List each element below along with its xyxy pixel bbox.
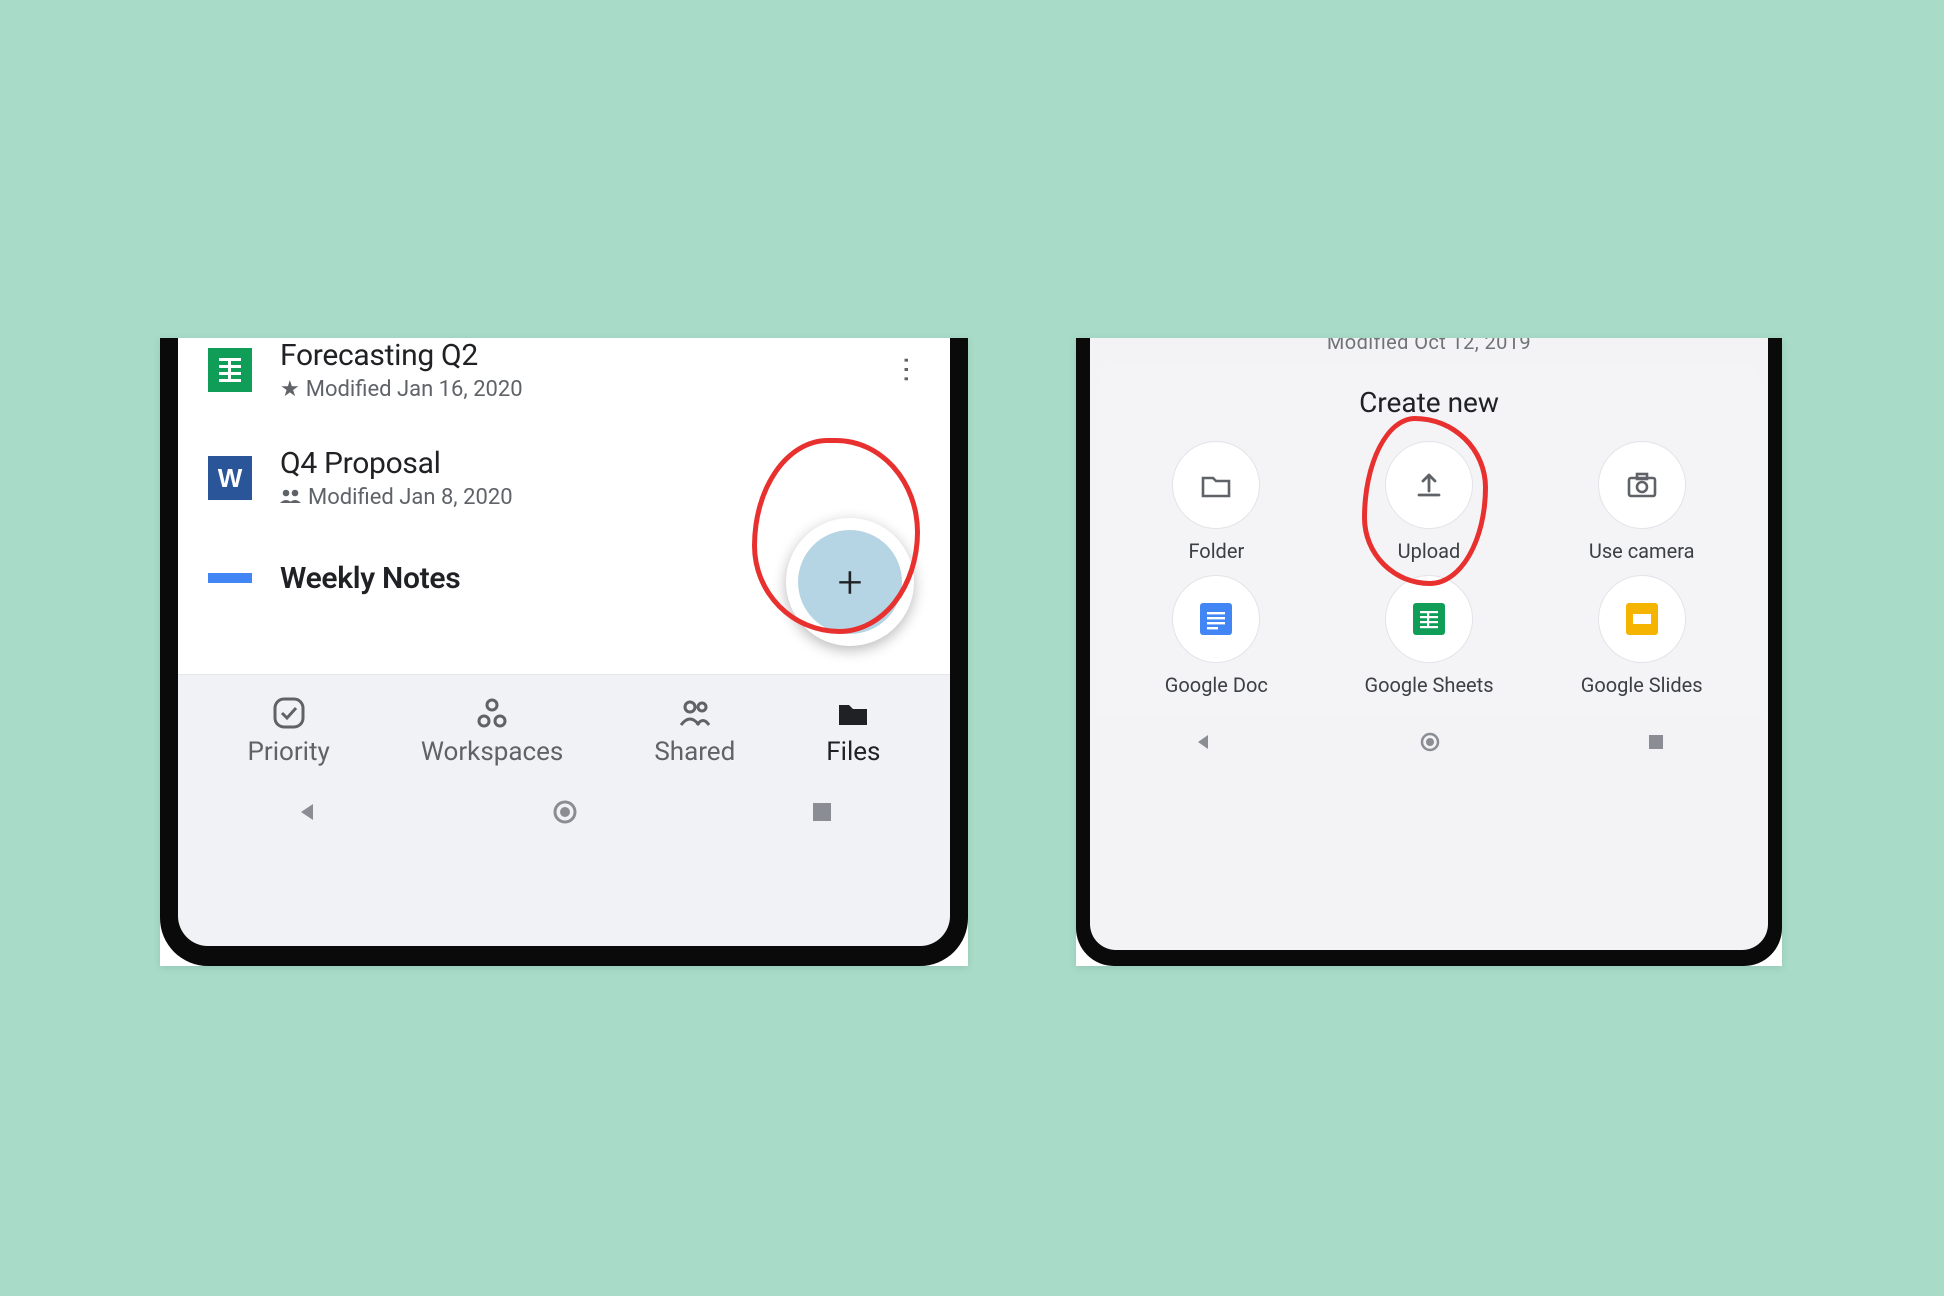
file-meta: ★ Modified Jan 16, 2020 xyxy=(280,377,866,402)
back-button[interactable] xyxy=(295,800,319,828)
shared-icon xyxy=(280,485,302,510)
svg-text:W: W xyxy=(218,463,243,493)
option-label: Google Slides xyxy=(1581,673,1703,697)
tab-files[interactable]: Files xyxy=(826,695,880,767)
annotation-circle xyxy=(752,438,920,634)
bottom-nav: Priority Workspaces Shared Files xyxy=(178,674,950,779)
file-meta-text: Modified Jan 16, 2020 xyxy=(306,377,523,402)
file-title: Forecasting Q2 xyxy=(280,338,866,373)
recents-button[interactable] xyxy=(1647,733,1665,755)
home-button[interactable] xyxy=(1419,731,1441,757)
files-icon xyxy=(835,695,871,731)
docs-icon xyxy=(206,554,254,602)
option-google-sheets[interactable]: Google Sheets xyxy=(1327,575,1532,697)
folder-icon xyxy=(1172,441,1260,529)
phone-frame-right: Modified Oct 12, 2019 Create new Folder … xyxy=(1076,338,1782,966)
screen-right: Modified Oct 12, 2019 Create new Folder … xyxy=(1090,338,1768,950)
nav-label: Files xyxy=(826,737,880,767)
nav-label: Workspaces xyxy=(421,737,563,767)
star-icon: ★ xyxy=(280,377,300,402)
google-doc-icon xyxy=(1172,575,1260,663)
sheet-title: Create new xyxy=(1114,386,1744,419)
create-new-sheet: Create new Folder Upload xyxy=(1096,362,1762,715)
sheets-icon xyxy=(206,346,254,394)
shared-tab-icon xyxy=(677,695,713,731)
home-button[interactable] xyxy=(552,799,578,829)
option-label: Folder xyxy=(1188,539,1244,563)
file-info: Forecasting Q2 ★ Modified Jan 16, 2020 xyxy=(280,338,866,402)
system-nav-bar xyxy=(1090,715,1768,773)
nav-label: Priority xyxy=(248,737,330,767)
tab-shared[interactable]: Shared xyxy=(654,695,735,767)
tab-priority[interactable]: Priority xyxy=(248,695,330,767)
google-slides-icon xyxy=(1598,575,1686,663)
workspaces-icon xyxy=(474,695,510,731)
nav-label: Shared xyxy=(654,737,735,767)
partial-file-meta: Modified Oct 12, 2019 xyxy=(1090,338,1768,362)
camera-icon xyxy=(1598,441,1686,529)
priority-icon xyxy=(271,695,307,731)
back-button[interactable] xyxy=(1193,732,1213,756)
list-item[interactable]: Forecasting Q2 ★ Modified Jan 16, 2020 ⋯ xyxy=(178,338,950,407)
more-options-button[interactable]: ⋯ xyxy=(891,355,924,385)
recents-button[interactable] xyxy=(811,801,833,827)
screenshot-right: Modified Oct 12, 2019 Create new Folder … xyxy=(1076,338,1782,966)
option-label: Google Sheets xyxy=(1364,673,1493,697)
system-nav-bar xyxy=(178,779,950,849)
option-google-slides[interactable]: Google Slides xyxy=(1539,575,1744,697)
option-folder[interactable]: Folder xyxy=(1114,441,1319,563)
file-meta-text: Modified Jan 8, 2020 xyxy=(308,485,513,510)
google-sheets-icon xyxy=(1385,575,1473,663)
option-label: Google Doc xyxy=(1165,673,1268,697)
files-list: Forecasting Q2 ★ Modified Jan 16, 2020 ⋯… xyxy=(178,338,950,674)
option-camera[interactable]: Use camera xyxy=(1539,441,1744,563)
option-google-doc[interactable]: Google Doc xyxy=(1114,575,1319,697)
screenshot-left: Forecasting Q2 ★ Modified Jan 16, 2020 ⋯… xyxy=(160,338,968,966)
phone-frame-left: Forecasting Q2 ★ Modified Jan 16, 2020 ⋯… xyxy=(160,338,968,966)
screen-left: Forecasting Q2 ★ Modified Jan 16, 2020 ⋯… xyxy=(178,338,950,946)
option-label: Use camera xyxy=(1589,539,1695,563)
word-icon: W xyxy=(206,454,254,502)
tab-workspaces[interactable]: Workspaces xyxy=(421,695,563,767)
